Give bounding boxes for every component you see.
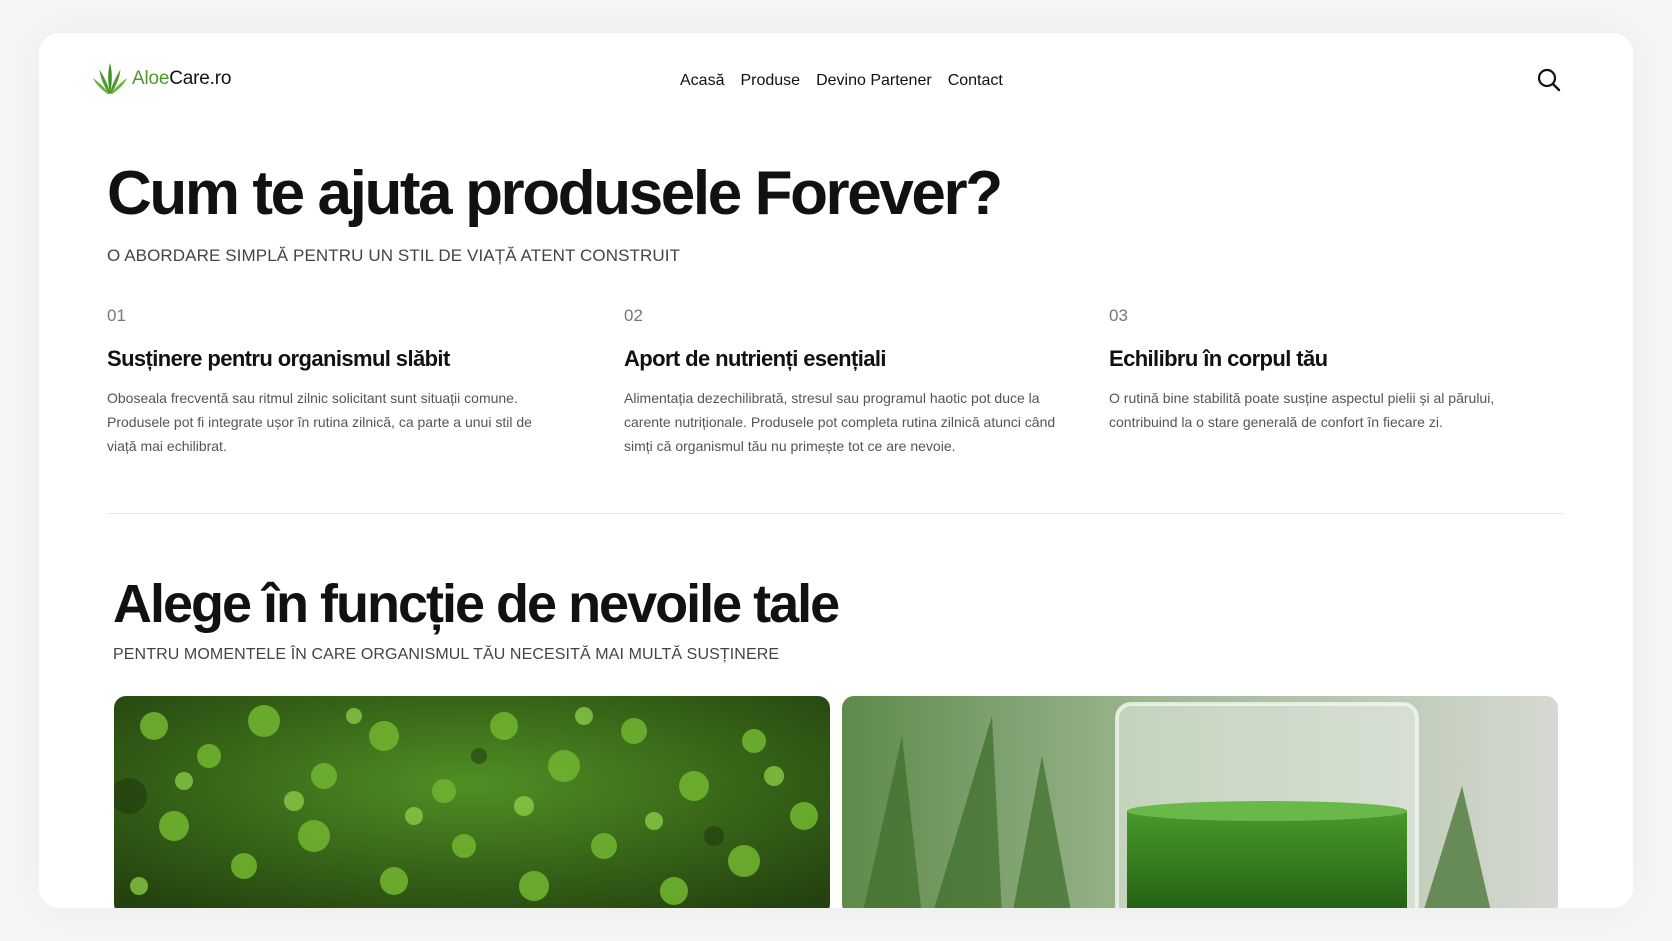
section-subtitle-benefits: O ABORDARE SIMPLĂ PENTRU UN STIL DE VIAȚ… bbox=[107, 246, 681, 265]
feature-number: 02 bbox=[624, 306, 643, 325]
aloe-juice-glass-image bbox=[842, 696, 1558, 908]
logo-text-accent: Aloe bbox=[132, 68, 170, 89]
section-title-needs: Alege în funcție de nevoile tale bbox=[113, 574, 840, 634]
category-card-juice-image[interactable] bbox=[842, 696, 1558, 908]
feature-description: O rutină bine stabilită poate susține as… bbox=[1109, 390, 1495, 430]
nav-link-devino-partener[interactable]: Devino Partener bbox=[816, 72, 932, 90]
feature-item: 03 Echilibru în corpul tău O rutină bine… bbox=[1109, 306, 1529, 434]
section-subtitle-needs: PENTRU MOMENTELE ÎN CARE ORGANISMUL TĂU … bbox=[113, 646, 780, 663]
feature-item: 02 Aport de nutrienți esențiali Alimenta… bbox=[624, 306, 1079, 458]
logo-link[interactable]: AloeCare.ro bbox=[91, 60, 231, 98]
feature-number: 01 bbox=[107, 306, 126, 325]
section-divider bbox=[107, 513, 1563, 514]
nav-link-contact[interactable]: Contact bbox=[948, 72, 1003, 90]
feature-title: Echilibru în corpul tău bbox=[1109, 346, 1328, 371]
clover-plants-image bbox=[114, 696, 830, 908]
nav-link-acasa[interactable]: Acasă bbox=[680, 72, 724, 90]
section-title-benefits: Cum te ajuta produsele Forever? bbox=[107, 159, 1003, 228]
nav-link-produse[interactable]: Produse bbox=[740, 72, 800, 90]
feature-title: Susținere pentru organismul slăbit bbox=[107, 346, 450, 371]
page-card: AloeCare.ro Acasă Produse Devino Partene… bbox=[39, 33, 1633, 908]
category-card-plants-image[interactable] bbox=[114, 696, 830, 908]
main-nav: Acasă Produse Devino Partener Contact bbox=[680, 72, 1003, 90]
search-icon bbox=[1537, 68, 1561, 92]
logo-text-rest: Care.ro bbox=[169, 68, 232, 89]
feature-description: Alimentația dezechilibrată, stresul sau … bbox=[624, 390, 1056, 454]
feature-number: 03 bbox=[1109, 306, 1128, 325]
aloe-leaf-icon bbox=[92, 62, 128, 95]
feature-title: Aport de nutrienți esențiali bbox=[624, 346, 887, 371]
feature-description: Oboseala frecventă sau ritmul zilnic sol… bbox=[107, 390, 532, 454]
search-button[interactable] bbox=[1536, 67, 1562, 93]
logo-text: AloeCare.ro bbox=[132, 68, 231, 90]
feature-item: 01 Susținere pentru organismul slăbit Ob… bbox=[107, 306, 552, 458]
